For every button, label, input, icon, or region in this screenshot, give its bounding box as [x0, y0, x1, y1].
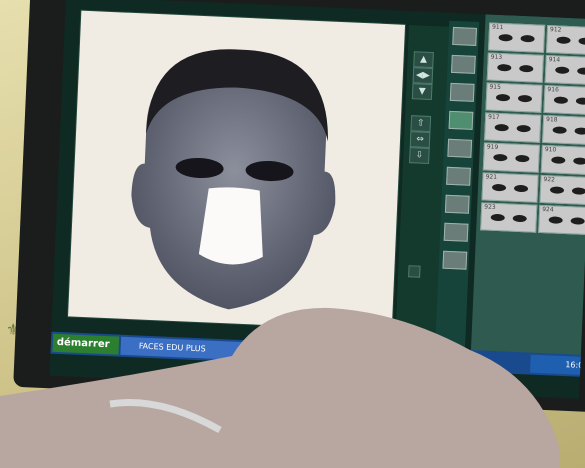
scale-up-button[interactable]: ⇧ — [410, 115, 432, 133]
gallery-cell[interactable]: 911 — [488, 22, 546, 53]
category-chin-icon[interactable] — [444, 194, 470, 214]
eye-icon — [498, 33, 513, 42]
face-canvas[interactable] — [68, 10, 406, 331]
eye-icon — [574, 127, 585, 135]
eye-icon — [495, 93, 511, 102]
eye-icon — [571, 187, 585, 195]
eye-icon — [549, 186, 565, 194]
eye-icon — [575, 97, 585, 105]
eye-icon — [577, 67, 585, 75]
move-up-button[interactable]: ▲ — [413, 51, 434, 69]
category-beard-icon[interactable] — [442, 250, 468, 270]
category-hair-icon[interactable] — [452, 26, 477, 46]
gallery-cell[interactable]: 917 — [484, 112, 542, 143]
cell-number: 917 — [487, 113, 500, 122]
move-down-button[interactable]: ▼ — [411, 83, 433, 101]
eye-icon — [494, 123, 509, 132]
eye-icon — [555, 66, 570, 75]
scale-down-button[interactable]: ⇩ — [409, 147, 430, 164]
cell-number: 919 — [486, 143, 499, 151]
gallery-cell[interactable]: 914 — [544, 54, 585, 86]
cell-number: 911 — [491, 23, 504, 32]
hand-overlay — [0, 307, 560, 468]
eye-icon — [553, 96, 569, 104]
eye-icon — [578, 37, 585, 46]
gallery-cell[interactable]: 923 — [480, 202, 538, 233]
gallery-cell[interactable]: 921 — [481, 172, 539, 203]
cell-number: 912 — [549, 26, 562, 34]
eye-icon — [570, 217, 585, 225]
eye-icon — [517, 94, 533, 103]
eye-icon — [493, 153, 508, 162]
gallery-cell[interactable]: 912 — [545, 25, 585, 56]
category-ears-icon[interactable] — [443, 222, 469, 242]
eye-icon — [548, 216, 563, 224]
category-mouth-icon[interactable] — [446, 166, 471, 186]
eye-icon — [556, 36, 571, 45]
move-horizontal-button[interactable]: ◀▶ — [412, 67, 434, 85]
gallery-cell[interactable]: 922 — [539, 174, 585, 206]
hand — [0, 307, 560, 468]
composite-face — [131, 49, 336, 310]
cell-number: 922 — [543, 176, 556, 184]
eye-icon — [515, 154, 530, 163]
eye-icon — [516, 124, 531, 133]
gallery-cell[interactable]: 910 — [540, 144, 585, 176]
scale-horizontal-button[interactable]: ⇔ — [409, 131, 431, 149]
eye-icon — [573, 157, 585, 165]
gallery-cell[interactable]: 918 — [542, 114, 585, 146]
cell-number: 923 — [484, 203, 496, 211]
cell-number: 910 — [544, 146, 557, 154]
eye-icon — [490, 213, 505, 222]
cell-number: 914 — [548, 56, 561, 64]
cell-number: 916 — [547, 86, 559, 94]
eye-icon — [552, 126, 567, 134]
eye-icon — [520, 34, 535, 43]
missing-nose-mouth-area — [198, 187, 263, 265]
gallery-cell[interactable]: 913 — [486, 52, 544, 83]
cell-number: 921 — [485, 173, 498, 181]
cell-number: 924 — [541, 205, 554, 214]
gallery-cell[interactable]: 916 — [543, 84, 585, 116]
gallery-cell[interactable]: 924 — [538, 204, 585, 236]
cell-number: 915 — [489, 83, 502, 92]
eye-icon — [497, 63, 512, 72]
eye-icon — [551, 156, 566, 164]
category-nose-icon[interactable] — [447, 138, 473, 158]
eye-icon — [519, 64, 534, 73]
eye-icon — [512, 214, 527, 223]
reset-button[interactable] — [408, 265, 421, 278]
cell-number: 913 — [490, 53, 503, 62]
category-head-icon[interactable] — [451, 54, 476, 74]
category-eyes-icon[interactable] — [448, 110, 474, 130]
category-brow-icon[interactable] — [449, 82, 475, 102]
gallery-cell[interactable]: 919 — [482, 142, 540, 173]
eye-icon — [491, 183, 507, 192]
gallery-cell[interactable]: 915 — [485, 82, 543, 113]
eye-icon — [513, 184, 529, 193]
cell-number: 918 — [545, 116, 558, 124]
